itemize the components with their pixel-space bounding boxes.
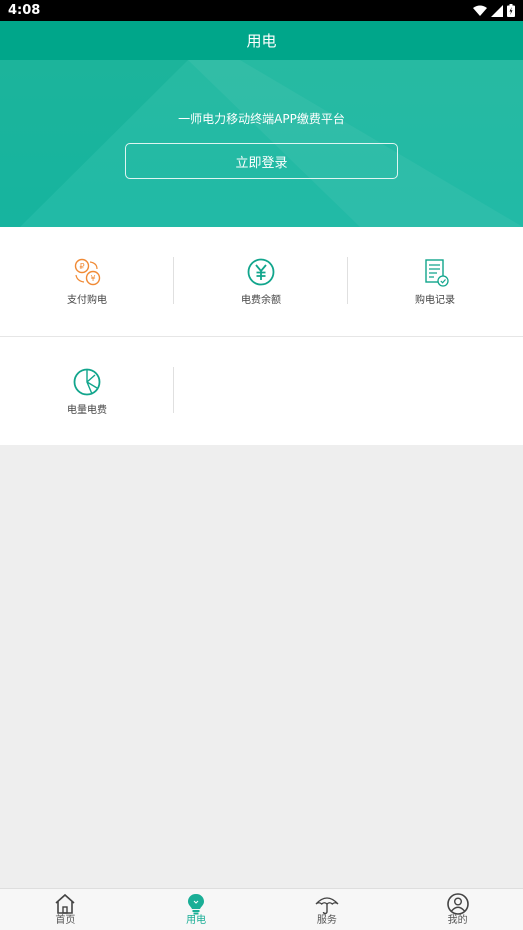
home-icon (55, 893, 75, 914)
nav-item-electricity[interactable]: 用电 (131, 889, 262, 930)
nav-item-service[interactable]: 服务 (262, 889, 393, 930)
grid-item-usage-fee[interactable]: 电量电费 (0, 337, 174, 445)
grid-item-label: 支付购电 (67, 295, 107, 306)
umbrella-icon (315, 896, 339, 914)
grid-item-label: 购电记录 (415, 295, 455, 306)
login-button[interactable]: 立即登录 (125, 143, 398, 179)
grid-item-label: 电费余额 (241, 295, 281, 306)
nav-item-label: 首页 (55, 914, 76, 926)
function-grid-row-2: 电量电费 (0, 337, 523, 445)
battery-icon (507, 4, 515, 17)
nav-item-label: 我的 (447, 914, 468, 926)
grid-item-empty (174, 337, 348, 445)
nav-item-label: 服务 (316, 914, 337, 926)
app-bar: 用电 (0, 21, 523, 60)
grid-item-label: 电量电费 (67, 404, 107, 416)
grid-item-pay-electricity[interactable]: ₽ ¥ 支付购电 (0, 227, 174, 336)
user-icon (446, 892, 469, 915)
svg-text:₽: ₽ (79, 262, 84, 271)
nav-item-mine[interactable]: 我的 (392, 889, 523, 930)
page-title: 用电 (246, 32, 277, 50)
wifi-icon (473, 5, 487, 16)
status-icons (473, 4, 515, 17)
status-time: 4:08 (8, 3, 41, 18)
grid-item-balance[interactable]: 电费余额 (174, 227, 348, 336)
nav-item-label: 用电 (186, 914, 207, 926)
nav-item-home[interactable]: 首页 (0, 889, 131, 930)
function-grid-row-1: ₽ ¥ 支付购电 电费余额 购电记录 (0, 227, 523, 337)
bottom-navigation: 首页 用电 服务 我的 (0, 888, 523, 930)
grid-item-purchase-record[interactable]: 购电记录 (348, 227, 522, 336)
bulb-icon (188, 893, 205, 914)
login-banner: 一师电力移动终端APP缴费平台 立即登录 (0, 60, 523, 227)
pie-chart-icon (73, 368, 101, 395)
svg-text:¥: ¥ (90, 274, 95, 283)
pay-exchange-icon: ₽ ¥ (74, 258, 101, 286)
signal-icon (491, 4, 503, 17)
status-bar: 4:08 (0, 0, 523, 21)
banner-subtitle: 一师电力移动终端APP缴费平台 (178, 112, 345, 126)
yuan-icon (247, 258, 275, 286)
grid-item-empty (348, 337, 522, 445)
record-icon (425, 259, 449, 287)
